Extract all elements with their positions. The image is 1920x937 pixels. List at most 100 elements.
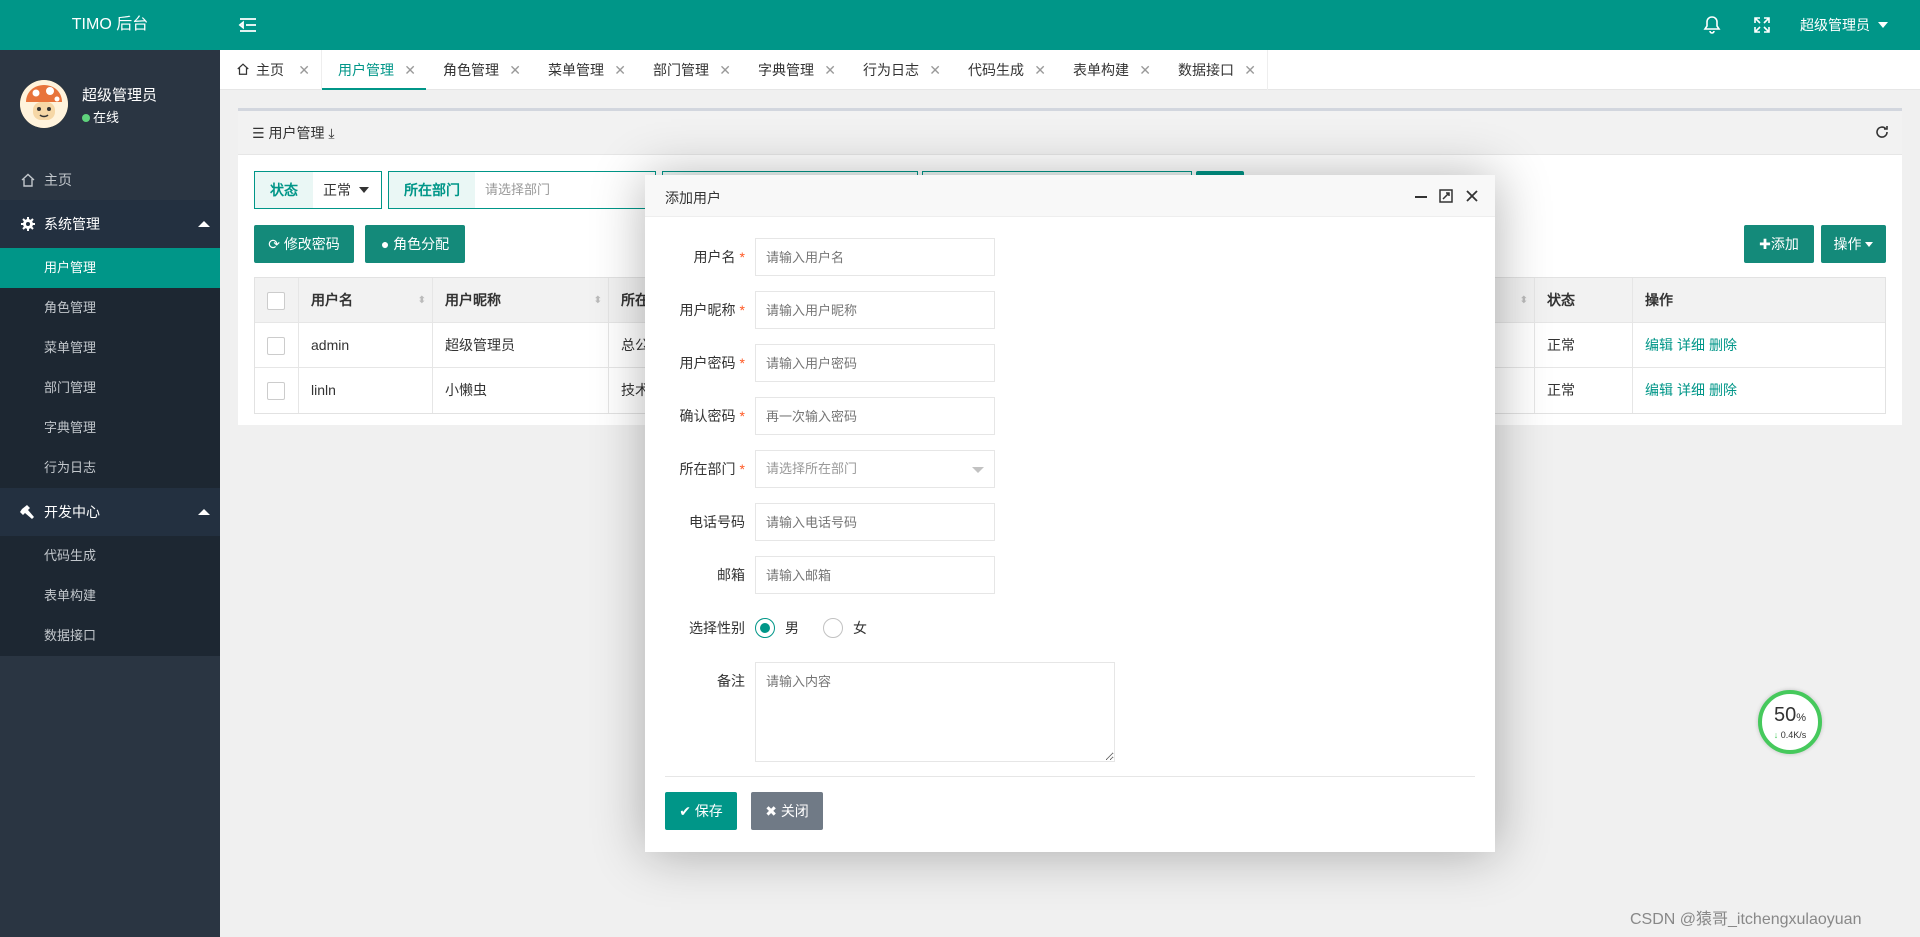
department-select-placeholder: 请选择所在部门 (766, 461, 858, 476)
arrow-down-icon: ↓ (1773, 730, 1779, 740)
department-filter-select[interactable]: 请选择部门 (475, 172, 655, 208)
check-circle-icon: ✔ (679, 803, 691, 819)
sidebar-item-roles[interactable]: 角色管理 (0, 288, 220, 328)
select-all-checkbox[interactable] (267, 292, 285, 310)
change-password-button[interactable]: ⟳ 修改密码 (254, 225, 354, 263)
panel-title-label: 用户管理 (268, 125, 325, 141)
form-row-username: 用户名 * (645, 238, 1495, 276)
department-filter[interactable]: 所在部门 请选择部门 (388, 171, 656, 209)
network-speed-widget[interactable]: 50% ↓ 0.4K/s (1758, 690, 1822, 754)
close-icon[interactable]: ✕ (298, 50, 310, 90)
top-header: TIMO 后台 超级管理员 (0, 0, 1920, 50)
download-icon[interactable]: ⤓ (328, 125, 334, 141)
sidebar-item-menus[interactable]: 菜单管理 (0, 328, 220, 368)
sort-icon[interactable]: ⬍ (418, 278, 426, 323)
gender-female-radio[interactable] (823, 618, 843, 638)
hammer-icon (20, 505, 34, 519)
tab-form-builder[interactable]: 表单构建 ✕ (1057, 50, 1161, 90)
sort-icon[interactable]: ⬍ (1520, 278, 1528, 323)
status-filter-select[interactable]: 正常 (313, 172, 381, 208)
edit-link[interactable]: 编辑 (1645, 337, 1673, 353)
sidebar-item-dictionary[interactable]: 字典管理 (0, 408, 220, 448)
password-input[interactable] (755, 344, 995, 382)
close-icon[interactable]: ✕ (404, 50, 416, 90)
operations-dropdown-button[interactable]: 操作 (1821, 225, 1886, 263)
form-row-gender: 选择性别 男 女 (645, 609, 1495, 647)
nickname-input[interactable] (755, 291, 995, 329)
sort-icon[interactable]: ⬍ (594, 278, 602, 323)
close-button[interactable]: ✖ 关闭 (751, 792, 823, 830)
menu-toggle-icon[interactable] (238, 15, 258, 35)
detail-link[interactable]: 详细 (1677, 337, 1705, 353)
panel-header: ☰ 用户管理 ⤓ (238, 111, 1902, 155)
avatar (20, 80, 68, 128)
fullscreen-icon[interactable] (1752, 15, 1772, 35)
close-icon[interactable]: ✕ (929, 50, 941, 90)
row-checkbox[interactable] (267, 382, 285, 400)
sidebar-item-action-log[interactable]: 行为日志 (0, 448, 220, 488)
tab-codegen[interactable]: 代码生成 ✕ (952, 50, 1056, 90)
sidebar-item-departments[interactable]: 部门管理 (0, 368, 220, 408)
user-menu[interactable]: 超级管理员 (1800, 0, 1888, 50)
phone-input[interactable] (755, 503, 995, 541)
status-filter[interactable]: 状态 正常 (254, 171, 382, 209)
tab-departments[interactable]: 部门管理 ✕ (637, 50, 741, 90)
sidebar-group-system[interactable]: 系统管理 (0, 200, 220, 248)
role-assign-button[interactable]: ● 角色分配 (365, 225, 465, 263)
nickname-label-text: 用户昵称 (679, 302, 736, 318)
sidebar-item-home[interactable]: 主页 (0, 160, 220, 200)
sidebar-group-dev[interactable]: 开发中心 (0, 488, 220, 536)
close-icon[interactable]: ✕ (824, 50, 836, 90)
minimize-icon[interactable] (1412, 187, 1430, 205)
refresh-icon: ⟳ (268, 236, 280, 252)
profile-name: 超级管理员 (82, 87, 158, 104)
close-icon[interactable]: ✕ (509, 50, 521, 90)
sidebar-item-users[interactable]: 用户管理 (0, 248, 220, 288)
close-icon[interactable]: ✕ (1034, 50, 1046, 90)
add-user-button[interactable]: ✚添加 (1744, 225, 1814, 263)
email-input[interactable] (755, 556, 995, 594)
refresh-icon[interactable] (1874, 124, 1890, 140)
row-checkbox[interactable] (267, 337, 285, 355)
remark-textarea[interactable] (755, 662, 1115, 762)
delete-link[interactable]: 删除 (1709, 337, 1737, 353)
tab-action-log[interactable]: 行为日志 ✕ (847, 50, 951, 90)
username-input[interactable] (755, 238, 995, 276)
maximize-icon[interactable] (1437, 187, 1455, 205)
column-header-username[interactable]: 用户名 ⬍ (299, 278, 433, 323)
tab-dictionary[interactable]: 字典管理 ✕ (742, 50, 846, 90)
sidebar-item-form-builder[interactable]: 表单构建 (0, 576, 220, 616)
delete-link[interactable]: 删除 (1709, 382, 1737, 398)
confirm-password-input[interactable] (755, 397, 995, 435)
edit-link[interactable]: 编辑 (1645, 382, 1673, 398)
detail-link[interactable]: 详细 (1677, 382, 1705, 398)
tab-data-api[interactable]: 数据接口 ✕ (1162, 50, 1266, 90)
form-row-confirm-password: 确认密码 * (645, 397, 1495, 435)
save-label: 保存 (694, 803, 723, 819)
tab-roles[interactable]: 角色管理 ✕ (427, 50, 531, 90)
gender-male-radio[interactable] (755, 618, 775, 638)
department-select[interactable]: 请选择所在部门 (755, 450, 995, 488)
save-button[interactable]: ✔ 保存 (665, 792, 737, 830)
chevron-down-icon (972, 467, 984, 473)
sidebar-item-data-api[interactable]: 数据接口 (0, 616, 220, 656)
required-mark: * (739, 302, 745, 318)
close-icon[interactable]: ✕ (719, 50, 731, 90)
gender-male-label[interactable]: 男 (785, 609, 799, 647)
column-header-nickname[interactable]: 用户昵称 ⬍ (433, 278, 609, 323)
gender-female-label[interactable]: 女 (853, 609, 867, 647)
tab-menus[interactable]: 菜单管理 ✕ (532, 50, 636, 90)
close-circle-icon: ✖ (765, 803, 777, 819)
close-icon[interactable]: ✕ (614, 50, 626, 90)
close-icon[interactable] (1463, 187, 1481, 205)
required-mark: * (739, 249, 745, 265)
bell-icon[interactable] (1702, 15, 1722, 35)
sidebar-group-label: 系统管理 (44, 216, 100, 232)
sidebar-item-codegen[interactable]: 代码生成 (0, 536, 220, 576)
close-icon[interactable]: ✕ (1244, 50, 1256, 90)
form-row-remark: 备注 (645, 662, 1495, 762)
tab-users[interactable]: 用户管理 ✕ (322, 50, 426, 90)
home-icon (21, 173, 35, 187)
close-icon[interactable]: ✕ (1139, 50, 1151, 90)
tab-home[interactable]: 主页 ✕ (220, 50, 320, 90)
